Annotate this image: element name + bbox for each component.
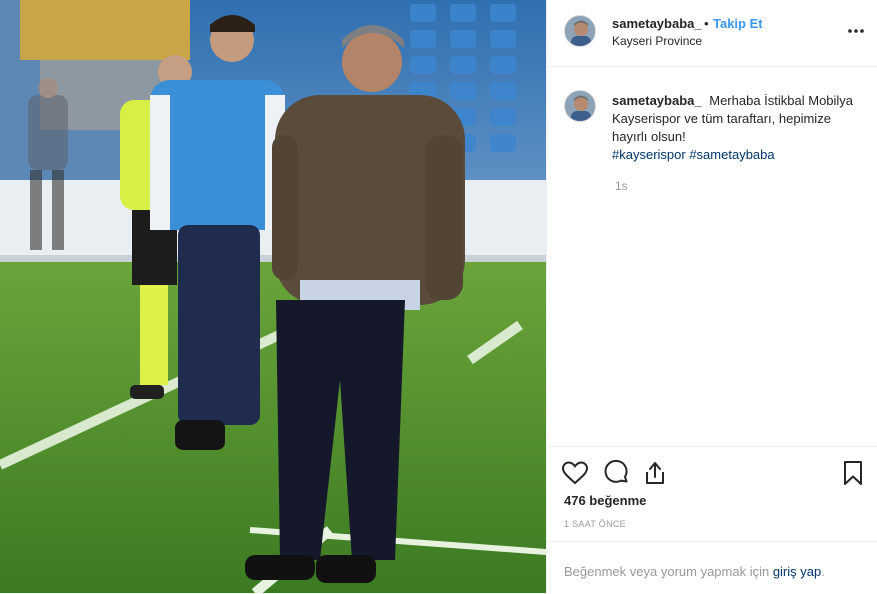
post-header: sametaybaba_ • Takip Et Kayseri Province	[547, 0, 877, 67]
header-separator: •	[704, 16, 709, 31]
more-horizontal-icon[interactable]	[847, 22, 865, 40]
bookmark-icon[interactable]	[839, 459, 867, 487]
heart-icon[interactable]	[561, 459, 589, 487]
follow-button[interactable]: Takip Et	[713, 16, 763, 31]
avatar[interactable]	[564, 15, 596, 47]
instagram-post: sametaybaba_ • Takip Et Kayseri Province	[0, 0, 877, 593]
caption-avatar[interactable]	[564, 90, 596, 122]
caption-time: 1s	[615, 179, 628, 193]
post-actions: 476 beğenme 1 SAAT ÖNCE Beğenmek veya yo…	[547, 446, 877, 586]
share-icon[interactable]	[641, 459, 669, 487]
hashtag-link[interactable]: #kayserispor	[612, 147, 686, 162]
hashtag-link[interactable]: #sametaybaba	[689, 147, 774, 162]
hashtags: #kayserispor #sametaybaba	[612, 146, 862, 164]
login-suffix: .	[821, 564, 825, 579]
header-username[interactable]: sametaybaba_	[612, 16, 702, 31]
comment-icon[interactable]	[602, 459, 630, 487]
likes-count[interactable]: 476 beğenme	[564, 493, 646, 508]
login-prompt: Beğenmek veya yorum yapmak için giriş ya…	[547, 541, 877, 594]
caption-area: sametaybaba_ Merhaba İstikbal Mobilya Ka…	[547, 68, 877, 446]
caption-username[interactable]: sametaybaba_	[612, 93, 702, 108]
posted-time: 1 SAAT ÖNCE	[564, 519, 626, 529]
caption-text-block: sametaybaba_ Merhaba İstikbal Mobilya Ka…	[612, 92, 862, 164]
login-prefix: Beğenmek veya yorum yapmak için	[564, 564, 773, 579]
avatar-image	[565, 16, 595, 46]
login-text: Beğenmek veya yorum yapmak için giriş ya…	[564, 564, 825, 579]
post-photo-illustration	[0, 0, 546, 593]
location-link[interactable]: Kayseri Province	[612, 34, 702, 48]
login-link[interactable]: giriş yap	[773, 564, 821, 579]
caption-avatar-image	[565, 91, 595, 121]
post-photo[interactable]	[0, 0, 546, 593]
post-side-panel: sametaybaba_ • Takip Et Kayseri Province	[546, 0, 877, 593]
